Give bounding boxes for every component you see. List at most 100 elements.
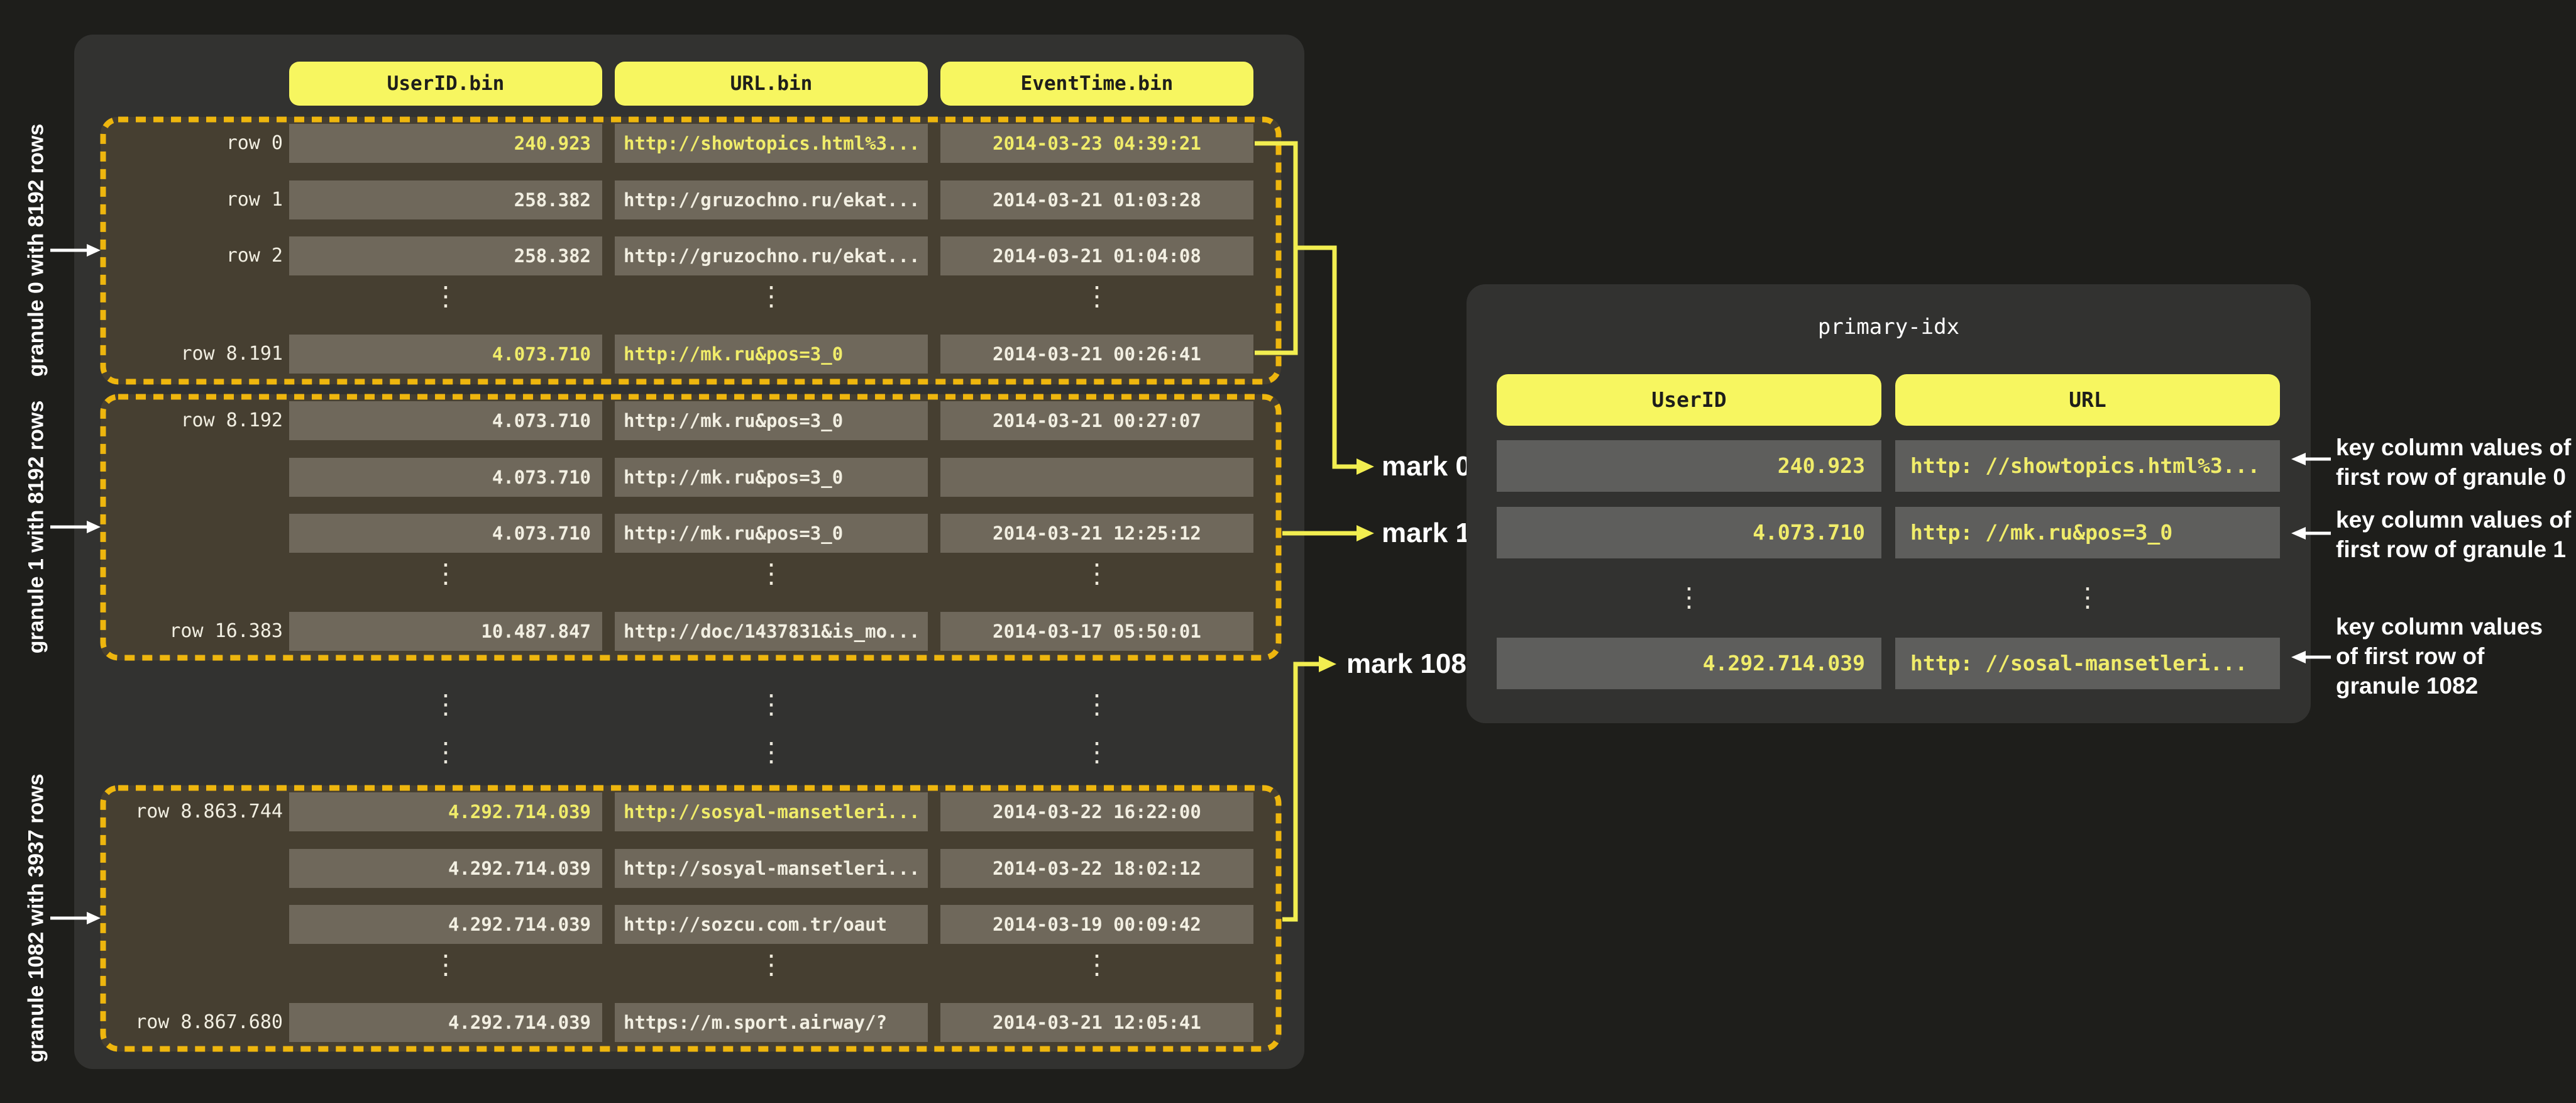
cell-url: http://doc/1437831&is_mo... bbox=[615, 612, 928, 651]
annotation-line: key column values bbox=[2336, 612, 2543, 641]
cell-userid: 240.923 bbox=[289, 124, 602, 163]
cell-eventtime bbox=[940, 458, 1253, 497]
mark-0-arrowhead bbox=[1357, 458, 1374, 475]
cell-userid: 4.073.710 bbox=[289, 335, 602, 374]
index-column-header-userid: UserID bbox=[1497, 374, 1881, 426]
vertical-ellipsis: ⋮ bbox=[289, 684, 602, 725]
index-column-header-url: URL bbox=[1895, 374, 2280, 426]
vertical-ellipsis: ⋮ bbox=[1497, 577, 1881, 618]
vertical-ellipsis: ⋮ bbox=[1895, 577, 2280, 618]
row-label bbox=[101, 514, 283, 553]
column-header-url-bin: URL.bin bbox=[615, 62, 928, 106]
cell-url: http://sozcu.com.tr/oaut bbox=[615, 905, 928, 944]
cell-userid: 258.382 bbox=[289, 236, 602, 275]
index-cell-url: http: //showtopics.html%3... bbox=[1895, 440, 2280, 492]
vertical-ellipsis: ⋮ bbox=[289, 275, 602, 317]
mark-0-connector-line bbox=[1296, 248, 1357, 467]
cell-userid: 4.292.714.039 bbox=[289, 1003, 602, 1042]
cell-url: http://mk.ru&pos=3_0 bbox=[615, 401, 928, 440]
cell-userid: 4.073.710 bbox=[289, 401, 602, 440]
ellipsis-row: ⋮ ⋮ ⋮ bbox=[101, 553, 1281, 594]
cell-eventtime: 2014-03-21 01:03:28 bbox=[940, 180, 1253, 219]
cell-userid: 258.382 bbox=[289, 180, 602, 219]
vertical-ellipsis: ⋮ bbox=[940, 684, 1253, 725]
granule-1-side-label: granule 1 with 8192 rows bbox=[25, 401, 49, 653]
row-label bbox=[101, 458, 283, 497]
granule-0-box: row 0 240.923 http://showtopics.html%3..… bbox=[101, 117, 1281, 384]
cell-eventtime: 2014-03-19 00:09:42 bbox=[940, 905, 1253, 944]
annotation-granule-0: key column values of first row of granul… bbox=[2336, 433, 2571, 492]
mark-arrowheads bbox=[1319, 458, 1374, 672]
cell-eventtime: 2014-03-23 04:39:21 bbox=[940, 124, 1253, 163]
index-cell-userid: 4.073.710 bbox=[1497, 507, 1881, 558]
cell-url: http://sosyal-mansetleri... bbox=[615, 849, 928, 888]
vertical-ellipsis: ⋮ bbox=[615, 731, 928, 773]
row-label: row 1 bbox=[101, 180, 283, 219]
cell-userid: 10.487.847 bbox=[289, 612, 602, 651]
vertical-ellipsis: ⋮ bbox=[615, 944, 928, 985]
vertical-ellipsis: ⋮ bbox=[615, 684, 928, 725]
vertical-ellipsis: ⋮ bbox=[615, 553, 928, 594]
row-label: row 8.867.680 bbox=[101, 1003, 283, 1042]
row-label bbox=[101, 905, 283, 944]
cell-userid: 4.292.714.039 bbox=[289, 905, 602, 944]
diagram-stage: UserID.bin URL.bin EventTime.bin row 0 2… bbox=[0, 0, 2576, 1103]
granule-1-box: row 8.192 4.073.710 http://mk.ru&pos=3_0… bbox=[101, 394, 1281, 660]
row-label bbox=[101, 849, 283, 888]
ellipsis-row: ⋮ ⋮ ⋮ bbox=[101, 684, 1281, 725]
vertical-ellipsis: ⋮ bbox=[940, 553, 1253, 594]
row-label: row 0 bbox=[101, 124, 283, 163]
vertical-ellipsis: ⋮ bbox=[289, 553, 602, 594]
cell-url: http://mk.ru&pos=3_0 bbox=[615, 335, 928, 374]
vertical-ellipsis: ⋮ bbox=[289, 944, 602, 985]
annotation-line: first row of granule 0 bbox=[2336, 462, 2571, 492]
cell-url: https://m.sport.airway/? bbox=[615, 1003, 928, 1042]
annotation-line: key column values of bbox=[2336, 505, 2571, 535]
cell-eventtime: 2014-03-21 00:27:07 bbox=[940, 401, 1253, 440]
cell-url: http://gruzochno.ru/ekat... bbox=[615, 180, 928, 219]
row-label: row 8.863.744 bbox=[101, 792, 283, 831]
index-cell-url: http: //sosal-mansetleri... bbox=[1895, 638, 2280, 689]
annotation-line: granule 1082 bbox=[2336, 671, 2543, 701]
vertical-ellipsis: ⋮ bbox=[289, 731, 602, 773]
cell-userid: 4.292.714.039 bbox=[289, 849, 602, 888]
cell-url: http://sosyal-mansetleri... bbox=[615, 792, 928, 831]
ellipsis-row: ⋮ ⋮ bbox=[1497, 577, 2280, 618]
cell-userid: 4.073.710 bbox=[289, 514, 602, 553]
granule-0-side-label: granule 0 with 8192 rows bbox=[25, 124, 49, 377]
index-cell-userid: 240.923 bbox=[1497, 440, 1881, 492]
cell-eventtime: 2014-03-21 00:26:41 bbox=[940, 335, 1253, 374]
granule-1082-side-label: granule 1082 with 3937 rows bbox=[25, 773, 49, 1062]
annotation-line: key column values of bbox=[2336, 433, 2571, 462]
ellipsis-row: ⋮ ⋮ ⋮ bbox=[101, 731, 1281, 773]
cell-eventtime: 2014-03-22 16:22:00 bbox=[940, 792, 1253, 831]
row-label: row 2 bbox=[101, 236, 283, 275]
index-cell-url: http: //mk.ru&pos=3_0 bbox=[1895, 507, 2280, 558]
row-label: row 8.192 bbox=[101, 401, 283, 440]
cell-url: http://gruzochno.ru/ekat... bbox=[615, 236, 928, 275]
annotation-line: first row of granule 1 bbox=[2336, 535, 2571, 564]
annotation-granule-1082: key column values of first row of granul… bbox=[2336, 612, 2543, 701]
mark-1082-arrowhead bbox=[1319, 656, 1336, 672]
mark-0-label: mark 0 bbox=[1382, 450, 1471, 483]
ellipsis-row: ⋮ ⋮ ⋮ bbox=[101, 275, 1281, 317]
index-cell-userid: 4.292.714.039 bbox=[1497, 638, 1881, 689]
column-header-eventtime-bin: EventTime.bin bbox=[940, 62, 1253, 106]
cell-url: http://mk.ru&pos=3_0 bbox=[615, 514, 928, 553]
granule-1082-box: row 8.863.744 4.292.714.039 http://sosya… bbox=[101, 785, 1281, 1051]
annotation-line: of first row of bbox=[2336, 641, 2543, 671]
row-label: row 16.383 bbox=[101, 612, 283, 651]
cell-eventtime: 2014-03-22 18:02:12 bbox=[940, 849, 1253, 888]
mark-1-arrowhead bbox=[1357, 525, 1374, 541]
cell-url: http://mk.ru&pos=3_0 bbox=[615, 458, 928, 497]
annotation-granule-1: key column values of first row of granul… bbox=[2336, 505, 2571, 564]
mark-1-label: mark 1 bbox=[1382, 517, 1471, 550]
cell-eventtime: 2014-03-21 12:05:41 bbox=[940, 1003, 1253, 1042]
cell-userid: 4.292.714.039 bbox=[289, 792, 602, 831]
vertical-ellipsis: ⋮ bbox=[940, 731, 1253, 773]
cell-userid: 4.073.710 bbox=[289, 458, 602, 497]
mark-1082-label: mark 1082 bbox=[1346, 648, 1482, 680]
row-label: row 8.191 bbox=[101, 335, 283, 374]
cell-eventtime: 2014-03-17 05:50:01 bbox=[940, 612, 1253, 651]
ellipsis-row: ⋮ ⋮ ⋮ bbox=[101, 944, 1281, 985]
